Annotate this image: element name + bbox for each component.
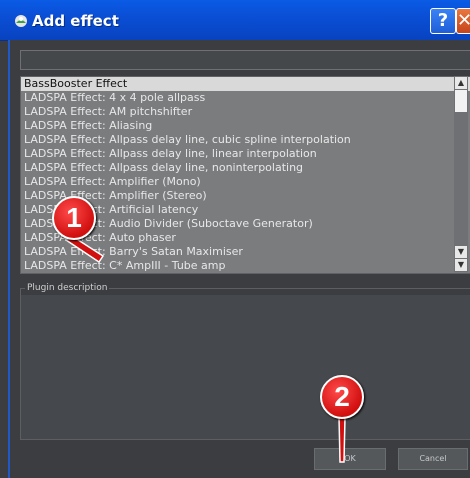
callout-badge-2: 2 <box>320 375 364 419</box>
callout-badge-1: 1 <box>52 196 96 240</box>
callout-arrow-2 <box>338 416 346 463</box>
add-effect-window: Add effect ? ✕ BassBooster EffectLADSPA … <box>0 0 470 478</box>
